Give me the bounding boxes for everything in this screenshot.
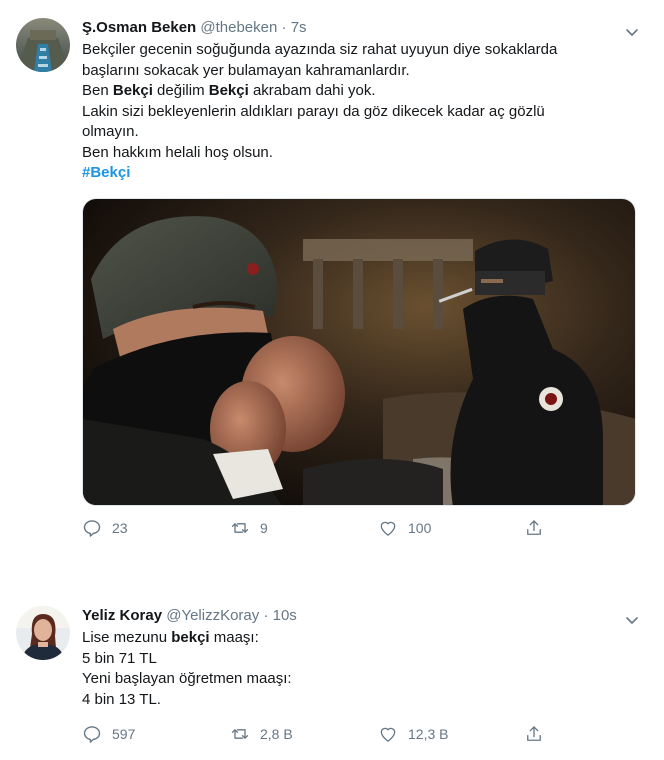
text-segment: Lakin sizi bekleyenlerin aldıkları paray… <box>82 102 545 120</box>
tweet-actions: 23 9 100 <box>82 516 636 540</box>
tweet-text-line: Ben Bekçi değilim Bekçi akrabam dahi yok… <box>82 81 636 102</box>
text-segment: Lise mezunu <box>82 629 172 646</box>
text-segment: 5 bin 71 TL <box>82 649 157 667</box>
retweet-icon <box>231 523 249 533</box>
heart-icon <box>380 521 396 536</box>
tweet-text-line: Yeni başlayan öğretmen maaşı: <box>82 669 636 690</box>
tweet-text: Bekçiler gecenin soğuğunda ayazında siz … <box>82 40 636 163</box>
separator-dot: · <box>281 19 287 36</box>
tweet-text-line: 5 bin 71 TL <box>82 649 636 670</box>
like-count: 12,3 B <box>408 726 449 742</box>
tweet-actions: 597 2,8 B 12,3 B <box>82 722 636 746</box>
bold-keyword: Bekçi <box>112 82 153 99</box>
text-segment: akrabam dahi yok. <box>248 82 376 99</box>
share-icon <box>527 520 541 535</box>
text-segment: Ben <box>82 82 113 99</box>
like-button[interactable]: 100 <box>378 516 431 540</box>
reply-icon <box>83 520 101 537</box>
tweet[interactable]: Ş.Osman Beken @thebeken · 7s Bekçiler ge… <box>0 0 664 560</box>
text-segment: başlarını sokacak yer bulamayan kahraman… <box>82 61 410 79</box>
heart-icon <box>380 727 396 742</box>
tweet-header: Yeliz Koray @YelizzKoray · 10s <box>82 606 636 626</box>
avatar[interactable] <box>16 18 70 72</box>
chevron-down-icon[interactable] <box>624 24 640 40</box>
bold-keyword: bekçi <box>171 629 210 646</box>
tweet-text-line: 4 bin 13 TL. <box>82 690 636 711</box>
like-count: 100 <box>408 520 432 536</box>
tweet[interactable]: Yeliz Koray @YelizzKoray · 10s Lise mezu… <box>0 596 664 760</box>
text-segment: değilim <box>152 82 209 99</box>
retweet-count: 2,8 B <box>260 726 293 742</box>
tweet-text-line: olmayın. <box>82 122 636 143</box>
retweet-button[interactable]: 2,8 B <box>230 722 293 746</box>
tweet-header: Ş.Osman Beken @thebeken · 7s <box>82 18 636 38</box>
reply-button[interactable]: 23 <box>82 516 128 540</box>
retweet-button[interactable]: 9 <box>230 516 268 540</box>
tweet-text: Lise mezunu bekçi maaşı: 5 bin 71 TL Yeni … <box>82 628 636 710</box>
like-button[interactable]: 12,3 B <box>378 722 448 746</box>
text-segment: olmayın. <box>82 123 139 140</box>
timestamp[interactable]: 10s <box>273 607 297 624</box>
text-segment: Yeni başlayan öğretmen maaşı: <box>82 670 292 687</box>
tweet-text-line: Lise mezunu bekçi maaşı: <box>82 628 636 649</box>
tweet-text-line: Lakin sizi bekleyenlerin aldıkları paray… <box>82 102 636 123</box>
hashtag-link[interactable]: #Bekçi <box>82 163 636 184</box>
hashtag-line: #Bekçi <box>82 163 636 184</box>
author-name[interactable]: Yeliz Koray <box>82 607 162 624</box>
author-name[interactable]: Ş.Osman Beken <box>82 19 196 36</box>
reply-count: 23 <box>112 520 128 536</box>
bold-keyword: Bekçi <box>208 82 249 99</box>
share-icon <box>527 726 541 741</box>
author-handle[interactable]: @thebeken <box>200 19 277 36</box>
author-handle[interactable]: @YelizzKoray <box>166 607 259 624</box>
share-button[interactable] <box>524 516 544 540</box>
share-button[interactable] <box>524 722 544 746</box>
tweet-text-line: başlarını sokacak yer bulamayan kahraman… <box>82 61 636 82</box>
text-segment: Bekçiler gecenin soğuğunda ayazında siz … <box>82 41 558 58</box>
tweet-text-line: Ben hakkım helali hoş olsun. <box>82 143 636 164</box>
text-segment: Ben hakkım helali hoş olsun. <box>82 143 273 161</box>
tweet-text-line: Bekçiler gecenin soğuğunda ayazında siz … <box>82 40 636 61</box>
timestamp[interactable]: 7s <box>291 19 307 36</box>
avatar[interactable] <box>16 606 70 660</box>
separator-dot: · <box>263 607 269 624</box>
reply-count: 597 <box>112 726 136 742</box>
reply-icon <box>83 726 101 743</box>
chevron-down-icon[interactable] <box>624 612 640 628</box>
tweet-photo[interactable] <box>82 198 636 506</box>
reply-button[interactable]: 597 <box>82 722 135 746</box>
retweet-count: 9 <box>260 520 268 536</box>
text-segment: 4 bin 13 TL. <box>82 690 161 708</box>
text-segment: maaşı: <box>209 629 259 646</box>
retweet-icon <box>231 729 249 739</box>
